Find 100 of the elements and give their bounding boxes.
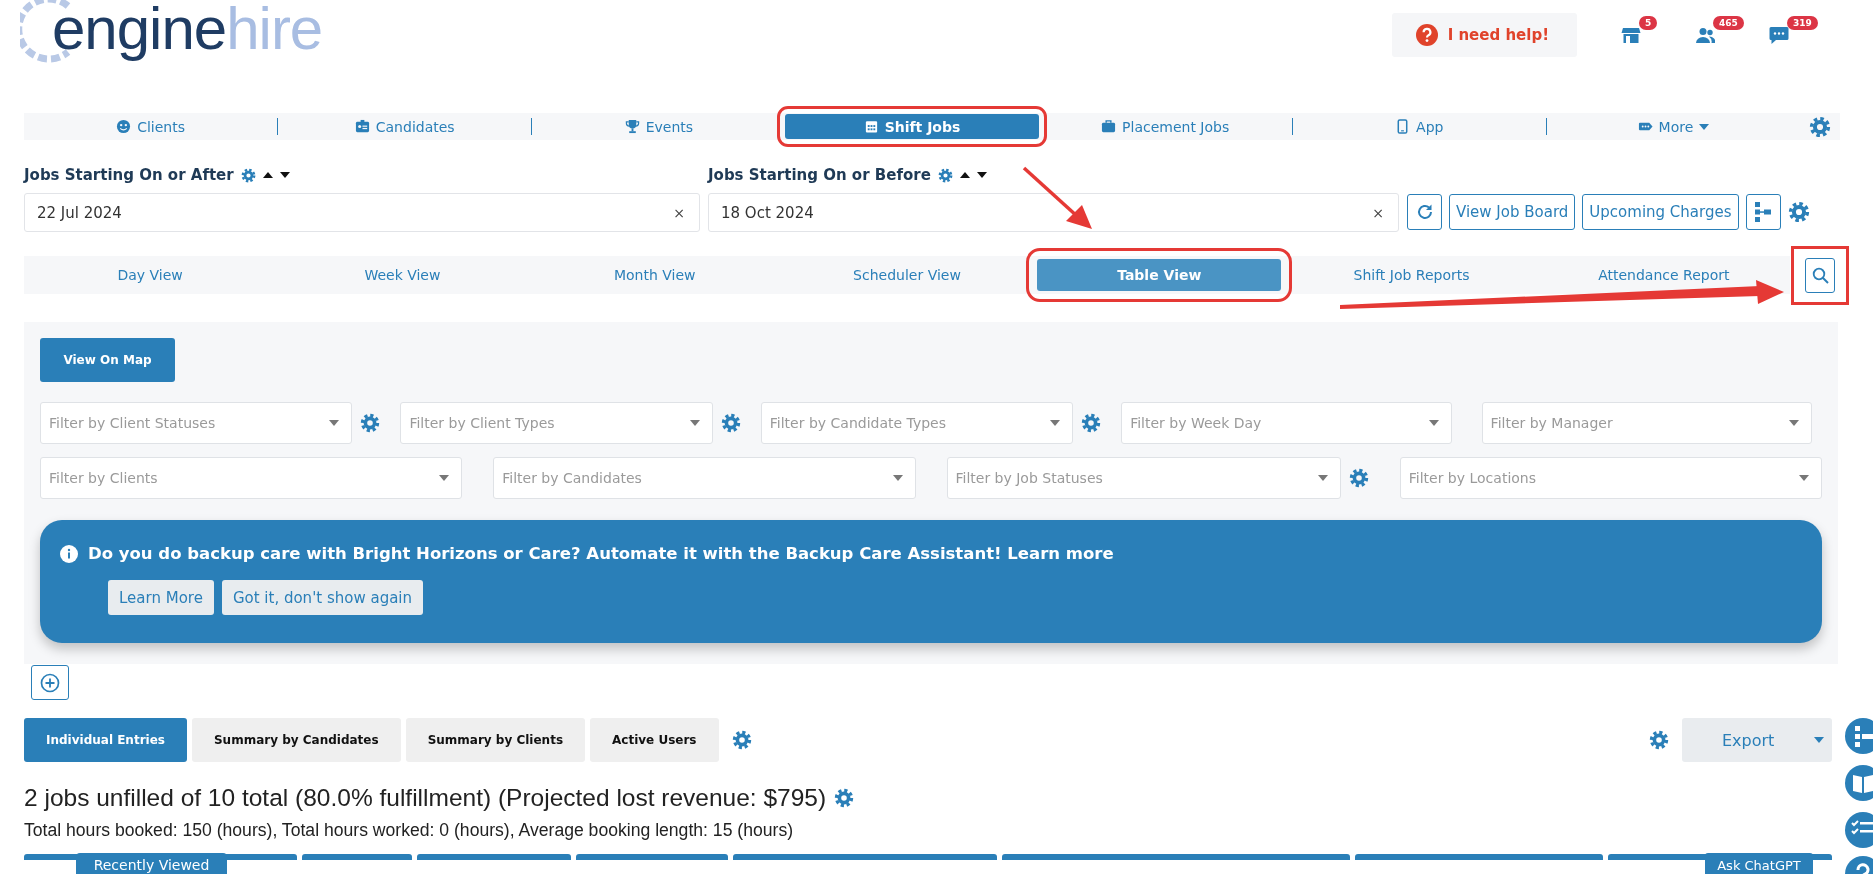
filter-dropdown[interactable]: Filter by Week Day [1121,402,1452,444]
report-tab[interactable]: Active Users [590,718,719,762]
trophy-icon [624,119,640,134]
count-badge: 5 [1639,16,1658,30]
help-button[interactable]: I need help! [1391,13,1577,57]
calendar-icon [863,119,879,134]
filter-dropdown[interactable]: Filter by Candidates [493,457,916,499]
view-tab[interactable]: Week View [280,259,525,291]
hours-summary: Total hours booked: 150 (hours), Total hours worked: 0 (hours), Average booking length: 15 (hours) [24,820,795,841]
view-tab[interactable]: Shift Job Reports [1289,259,1534,291]
ask-chatgpt-button[interactable]: Ask ChatGPT [1705,853,1813,874]
report-tab[interactable]: Individual Entries [24,718,187,762]
sort-up-icon[interactable] [262,172,273,178]
settings-icon[interactable] [1649,730,1669,750]
settings-icon[interactable] [360,413,381,433]
action-button[interactable]: Upcoming Charges [1582,194,1739,230]
sort-down-icon[interactable] [976,172,987,178]
filter-dropdown[interactable]: Filter by Job Statuses [946,457,1341,499]
fulfillment-summary: 2 jobs unfilled of 10 total (80.0% fulfillment) (Projected lost revenue: $795) [24,784,827,812]
export-button[interactable]: Export [1682,718,1832,762]
book-icon[interactable] [1845,765,1873,801]
filter-dropdown[interactable]: Filter by Locations [1399,457,1822,499]
placeholder-text: Filter by Manager [1490,415,1613,431]
dropdown-caret-icon[interactable] [892,475,903,481]
store-icon[interactable] [1621,25,1641,45]
settings-icon[interactable] [731,730,752,750]
filter-dropdown[interactable]: Filter by Manager [1481,402,1812,444]
caret-icon[interactable] [1699,123,1710,130]
date-field[interactable]: 22 Jul 2024 × [24,193,700,232]
report-tab[interactable]: Summary by Candidates [191,718,401,762]
placeholder-text: Filter by Candidate Types [769,415,946,431]
settings-icon[interactable] [1809,115,1831,138]
nav-tab[interactable]: Placement Jobs [1038,114,1292,139]
settings-icon[interactable] [240,167,256,183]
placeholder-text: Filter by Candidates [502,470,642,486]
placeholder-text: Filter by Locations [1408,470,1536,486]
add-button[interactable] [31,665,69,700]
plus-circle-icon [40,672,60,693]
filter-dropdown[interactable]: Filter by Client Types [400,402,713,444]
nav-tab[interactable]: Clients [24,114,278,139]
view-tab[interactable]: Attendance Report [1541,259,1786,291]
count-badge: 319 [1787,16,1818,30]
report-tab[interactable]: Summary by Clients [405,718,586,762]
annotation-arrow [1022,166,1092,229]
date-field[interactable]: 18 Oct 2024 × [708,193,1399,232]
placeholder-text: Filter by Client Types [409,415,555,431]
placeholder-text: Filter by Job Statuses [955,470,1103,486]
refresh-button[interactable] [1407,194,1442,230]
chat-icon[interactable] [1769,25,1789,45]
view-tab[interactable]: Table View [1037,259,1282,291]
info-icon [60,544,78,563]
caret-icon[interactable] [1814,737,1824,743]
placeholder-text: Filter by Clients [49,470,158,486]
field-label: Jobs Starting On or Before [708,166,931,184]
help-icon[interactable] [1845,856,1873,874]
date-value: 22 Jul 2024 [37,203,122,222]
settings-icon[interactable] [1348,468,1369,488]
dropdown-caret-icon[interactable] [1428,420,1439,426]
checklist-icon[interactable] [1845,812,1873,848]
nav-tab[interactable]: App [1291,118,1546,135]
search-button[interactable] [1805,257,1835,293]
view-tab[interactable]: Scheduler View [784,259,1030,291]
tree-view-button[interactable] [1745,194,1781,230]
filter-dropdown[interactable]: Filter by Client Statuses [40,402,353,444]
clear-button[interactable]: × [673,204,685,221]
dropdown-caret-icon[interactable] [1799,475,1809,481]
settings-icon[interactable] [937,167,953,183]
field-label: Jobs Starting On or After [24,166,234,184]
banner-message: Do you do backup care with Bright Horizons or Care? Automate it with the Backup Care Assistant! Learn more [88,544,1114,563]
recently-viewed-tab[interactable]: Recently Viewed [76,853,227,874]
filter-dropdown[interactable]: Filter by Candidate Types [760,402,1074,444]
dropdown-caret-icon[interactable] [439,475,450,481]
sort-down-icon[interactable] [279,172,290,178]
refresh-icon [1415,203,1434,221]
dropdown-caret-icon[interactable] [329,420,340,426]
view-tab[interactable]: Month View [532,259,777,291]
dropdown-caret-icon[interactable] [689,420,700,426]
settings-icon[interactable] [1081,413,1102,433]
id-badge-icon [354,119,370,134]
settings-icon[interactable] [720,413,741,433]
people-icon[interactable] [1695,25,1715,45]
dropdown-caret-icon[interactable] [1317,475,1328,481]
action-button[interactable]: View Job Board [1449,194,1576,230]
briefcase-icon [1101,119,1117,134]
nav-tab[interactable]: Candidates [277,118,532,135]
banner-button[interactable]: Got it, don't show again [221,580,424,615]
dropdown-caret-icon[interactable] [1789,420,1799,426]
placeholder-text: Filter by Week Day [1130,415,1262,431]
dropdown-caret-icon[interactable] [1050,420,1061,426]
hierarchy-icon[interactable] [1845,718,1873,754]
search-icon [1811,266,1829,284]
sort-up-icon[interactable] [959,172,970,178]
banner-button[interactable]: Learn More [108,580,214,615]
filter-dropdown[interactable]: Filter by Clients [40,457,463,499]
view-tab[interactable]: Day View [28,259,273,291]
clear-button[interactable]: × [1372,204,1384,221]
settings-icon[interactable] [834,788,855,808]
settings-icon[interactable] [1787,201,1810,223]
nav-tab[interactable]: More [1545,118,1800,135]
map-button[interactable]: View On Map [40,338,175,382]
